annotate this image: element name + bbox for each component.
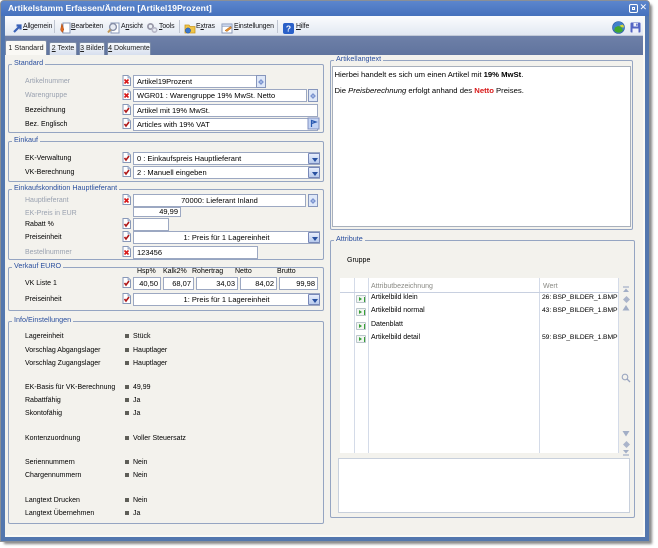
svg-text:?: ?	[286, 23, 291, 33]
